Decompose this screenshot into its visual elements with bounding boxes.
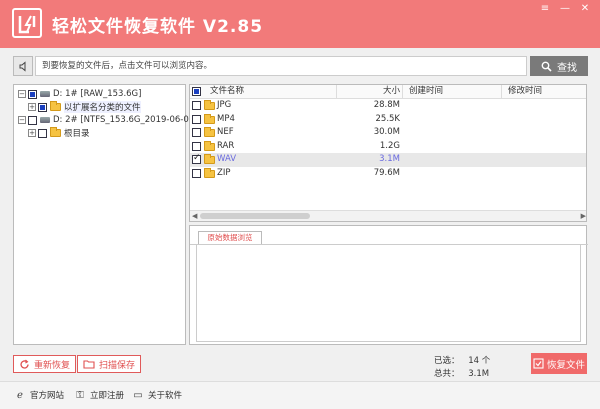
tree-checkbox[interactable] (38, 102, 47, 112)
file-checkbox[interactable] (192, 114, 201, 124)
file-size: 3.1M (379, 154, 400, 164)
drive-tree: − D: 1# [RAW_153.6G] + 以扩展名分类的文件 − D: 2#… (13, 84, 197, 345)
close-icon[interactable]: ✕ (576, 1, 594, 15)
folder-save-icon (83, 360, 95, 369)
rescan-button[interactable]: 重新恢复 (13, 355, 77, 373)
folder-icon (204, 154, 215, 164)
rescan-label: 重新恢复 (34, 360, 71, 371)
register-link[interactable]: ⚿ 立即注册 (74, 389, 124, 402)
tree-item-drive-raw[interactable]: − D: 1# [RAW_153.6G] (18, 87, 141, 101)
official-website-link[interactable]: ℯ 官方网站 (14, 389, 64, 402)
about-link[interactable]: ▭ 关于软件 (132, 389, 182, 402)
file-row[interactable]: JPG 28.8M (190, 99, 586, 113)
menu-icon[interactable]: ≡ (536, 1, 554, 15)
file-name: WAV (217, 154, 237, 164)
file-row[interactable]: RAR 1.2G (190, 140, 586, 154)
drive-icon (40, 117, 50, 123)
scroll-right-icon[interactable]: ▶ (581, 211, 586, 221)
save-scan-label: 扫描保存 (99, 360, 136, 371)
file-size: 25.5K (375, 113, 401, 124)
total-size: 总共： 3.1M (434, 369, 490, 379)
collapse-icon[interactable]: − (18, 116, 26, 124)
title-bar: 轻松文件恢复软件 V2.85 ≡ — ✕ (0, 0, 600, 48)
file-checkbox[interactable] (192, 141, 201, 151)
speaker-icon[interactable] (13, 56, 33, 76)
recover-files-button[interactable]: 恢复文件 (531, 353, 587, 374)
column-size[interactable]: 大小 (383, 85, 400, 99)
folder-icon (204, 167, 215, 178)
save-scan-button[interactable]: 扫描保存 (77, 355, 142, 373)
file-checkbox[interactable] (192, 128, 201, 137)
tree-item-by-extension[interactable]: + 以扩展名分类的文件 (28, 100, 141, 114)
select-all-checkbox[interactable] (192, 87, 201, 96)
folder-icon (50, 127, 61, 137)
recover-icon (533, 358, 544, 369)
refresh-icon (20, 359, 29, 369)
file-size: 79.6M (373, 167, 400, 178)
file-size: 28.8M (373, 100, 400, 110)
file-name: NEF (217, 127, 234, 137)
file-name: ZIP (217, 167, 231, 178)
collapse-icon[interactable]: − (18, 90, 26, 98)
key-icon: ⚿ (76, 389, 84, 401)
folder-icon (204, 140, 215, 151)
folder-icon (204, 100, 215, 110)
minimize-icon[interactable]: — (556, 1, 574, 15)
selected-count: 已选： 14 个 (434, 356, 491, 366)
search-button-label: 查找 (557, 62, 577, 74)
file-checkbox[interactable] (192, 101, 201, 110)
column-name[interactable]: 文件名称 (210, 85, 244, 99)
scroll-left-icon[interactable]: ◀ (192, 211, 197, 221)
file-row[interactable]: NEF 30.0M (190, 126, 586, 140)
folder-icon (204, 113, 215, 124)
scrollbar-thumb[interactable] (200, 213, 310, 219)
tree-checkbox[interactable] (28, 89, 37, 99)
file-row[interactable]: MP4 25.5K (190, 113, 586, 127)
file-name: RAR (217, 140, 235, 151)
tree-item-label: 以扩展名分类的文件 (64, 101, 141, 113)
expand-icon[interactable]: + (28, 129, 36, 137)
footer-bar: ℯ 官方网站 ⚿ 立即注册 ▭ 关于软件 (0, 381, 600, 409)
tree-item-label: 根目录 (64, 129, 90, 139)
ie-icon: ℯ (17, 389, 23, 401)
column-modified[interactable]: 修改时间 (508, 85, 542, 99)
tree-item-label: D: 2# [NTFS_153.6G_2019-06-05] (53, 115, 198, 125)
drive-icon (40, 91, 50, 97)
expand-icon[interactable]: + (28, 103, 36, 111)
file-list: 文件名称 大小 创建时间 修改时间 JPG 28.8M MP4 25.5K NE… (189, 84, 587, 222)
file-name: MP4 (217, 113, 235, 124)
search-icon (541, 61, 552, 72)
tree-item-root-dir[interactable]: + 根目录 (28, 126, 90, 140)
recover-files-label: 恢复文件 (546, 359, 585, 371)
tree-checkbox[interactable] (38, 128, 47, 138)
info-icon: ▭ (133, 389, 143, 401)
file-row[interactable]: ZIP 79.6M (190, 167, 586, 181)
tip-bar: 到要恢复的文件后，点击文件可以浏览内容。 查找 (13, 56, 588, 76)
folder-icon (50, 101, 61, 111)
app-logo-icon (12, 8, 42, 38)
file-size: 30.0M (373, 127, 400, 137)
file-name: JPG (217, 100, 232, 110)
file-row-selected[interactable]: WAV 3.1M (190, 153, 586, 167)
window-controls: ≡ — ✕ (536, 1, 594, 15)
tree-item-drive-ntfs[interactable]: − D: 2# [NTFS_153.6G_2019-06-05] (18, 113, 197, 127)
file-checkbox[interactable] (192, 168, 201, 178)
search-button[interactable]: 查找 (530, 56, 588, 76)
tab-raw-data[interactable]: 原始数据浏览 (198, 231, 262, 244)
preview-panel: 原始数据浏览 (189, 225, 588, 345)
file-size: 1.2G (379, 140, 400, 151)
horizontal-scrollbar[interactable]: ◀ ▶ (190, 210, 586, 221)
column-created[interactable]: 创建时间 (409, 85, 443, 99)
preview-content (196, 245, 581, 342)
file-checkbox[interactable] (192, 153, 201, 164)
tree-item-label: D: 1# [RAW_153.6G] (53, 89, 142, 99)
folder-icon (204, 127, 215, 137)
file-list-header: 文件名称 大小 创建时间 修改时间 (190, 85, 586, 99)
tip-text: 到要恢复的文件后，点击文件可以浏览内容。 (35, 56, 527, 76)
app-title: 轻松文件恢复软件 V2.85 (52, 17, 264, 37)
tree-checkbox[interactable] (28, 115, 37, 125)
